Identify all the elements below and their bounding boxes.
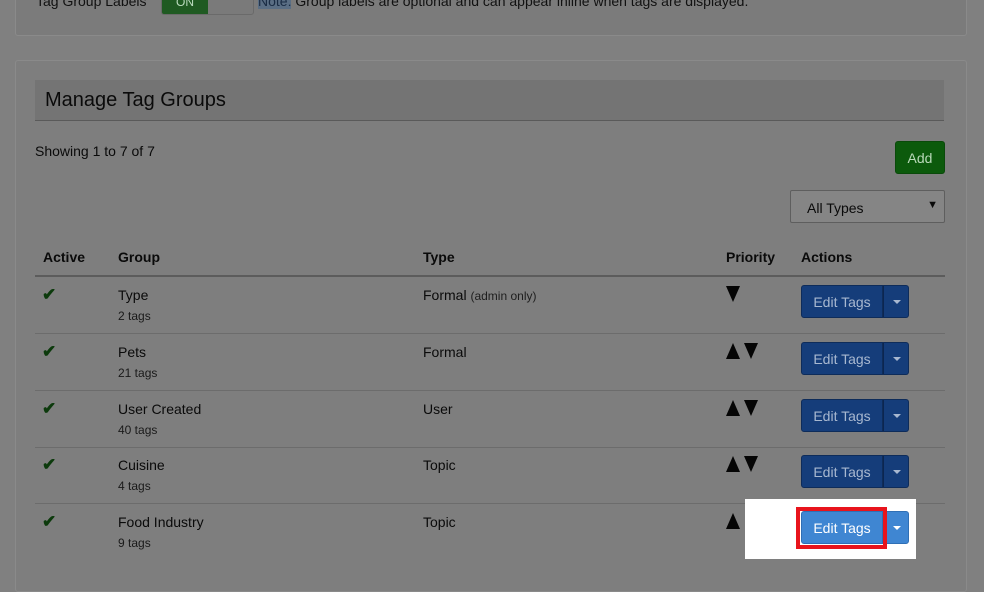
results-count: Showing 1 to 7 of 7 — [35, 143, 155, 159]
arrow-up-icon[interactable] — [726, 456, 740, 472]
edit-tags-control: Edit Tags — [801, 285, 909, 318]
group-type: Topic — [423, 457, 456, 473]
arrow-up-icon[interactable] — [726, 513, 740, 529]
type-filter-select[interactable]: All Types ▼ — [790, 190, 945, 223]
group-type-label: Formal — [423, 287, 467, 303]
caret-down-icon — [893, 470, 901, 474]
edit-tags-dropdown-toggle[interactable] — [883, 399, 909, 432]
toggle-on-state: ON — [162, 0, 208, 14]
group-type: User — [423, 401, 453, 417]
edit-tags-dropdown-toggle[interactable] — [883, 285, 909, 318]
group-name: Food Industry — [118, 514, 204, 530]
col-header-type: Type — [423, 249, 455, 265]
col-header-priority: Priority — [726, 249, 776, 265]
edit-tags-control: Edit Tags — [801, 455, 909, 488]
group-type: Topic — [423, 514, 456, 530]
help-note: Note: Group labels are optional and can … — [258, 0, 748, 9]
edit-tags-button[interactable]: Edit Tags — [801, 285, 883, 318]
edit-tags-control-highlighted: Edit Tags — [801, 511, 909, 544]
edit-tags-dropdown-toggle[interactable] — [883, 511, 909, 544]
group-tag-count: 40 tags — [118, 423, 158, 437]
header-divider — [35, 275, 945, 277]
caret-down-icon — [893, 357, 901, 361]
add-button[interactable]: Add — [895, 141, 945, 174]
caret-down-icon — [893, 414, 901, 418]
arrow-down-icon[interactable] — [744, 343, 758, 359]
check-icon: ✔ — [42, 455, 57, 474]
edit-tags-button[interactable]: Edit Tags — [801, 399, 883, 432]
group-type: Formal — [423, 344, 467, 360]
group-name: Cuisine — [118, 457, 165, 473]
col-header-group: Group — [118, 249, 160, 265]
arrow-down-icon[interactable] — [744, 400, 758, 416]
edit-tags-control: Edit Tags — [801, 342, 909, 375]
arrow-up-icon[interactable] — [726, 343, 740, 359]
edit-tags-control: Edit Tags — [801, 399, 909, 432]
caret-down-icon — [893, 526, 901, 530]
edit-tags-button[interactable]: Edit Tags — [801, 342, 883, 375]
group-tag-count: 4 tags — [118, 479, 151, 493]
col-header-active: Active — [43, 249, 86, 265]
check-icon: ✔ — [42, 512, 57, 531]
col-header-actions: Actions — [801, 249, 853, 265]
type-filter-value: All Types — [807, 200, 864, 216]
caret-down-icon — [893, 300, 901, 304]
group-tag-count: 2 tags — [118, 309, 151, 323]
note-prefix: Note: — [258, 0, 292, 9]
edit-tags-dropdown-toggle[interactable] — [883, 342, 909, 375]
row-divider — [35, 390, 945, 391]
page-title: Manage Tag Groups — [45, 89, 226, 111]
select-caret-icon: ▼ — [927, 199, 938, 211]
note-text: Group labels are optional and can appear… — [291, 0, 749, 9]
check-icon: ✔ — [42, 342, 57, 361]
group-name: Type — [118, 287, 149, 303]
check-icon: ✔ — [42, 399, 57, 418]
row-divider — [35, 447, 945, 448]
check-icon: ✔ — [42, 285, 57, 304]
arrow-down-icon[interactable] — [744, 456, 758, 472]
group-name: User Created — [118, 401, 202, 417]
row-divider — [35, 333, 945, 334]
group-tag-count: 9 tags — [118, 536, 151, 550]
edit-tags-button[interactable]: Edit Tags — [801, 511, 883, 544]
section-header: Manage Tag Groups — [35, 80, 944, 121]
arrow-down-icon[interactable] — [726, 286, 740, 302]
tag-group-labels-toggle[interactable]: ON — [161, 0, 254, 15]
group-type-note: (admin only) — [470, 289, 537, 303]
arrow-up-icon[interactable] — [726, 400, 740, 416]
edit-tags-button[interactable]: Edit Tags — [801, 455, 883, 488]
group-name: Pets — [118, 344, 147, 360]
group-type: Formal (admin only) — [423, 287, 536, 303]
group-tag-count: 21 tags — [118, 366, 158, 380]
tag-group-labels-label: Tag Group Labels — [36, 0, 147, 9]
edit-tags-dropdown-toggle[interactable] — [883, 455, 909, 488]
